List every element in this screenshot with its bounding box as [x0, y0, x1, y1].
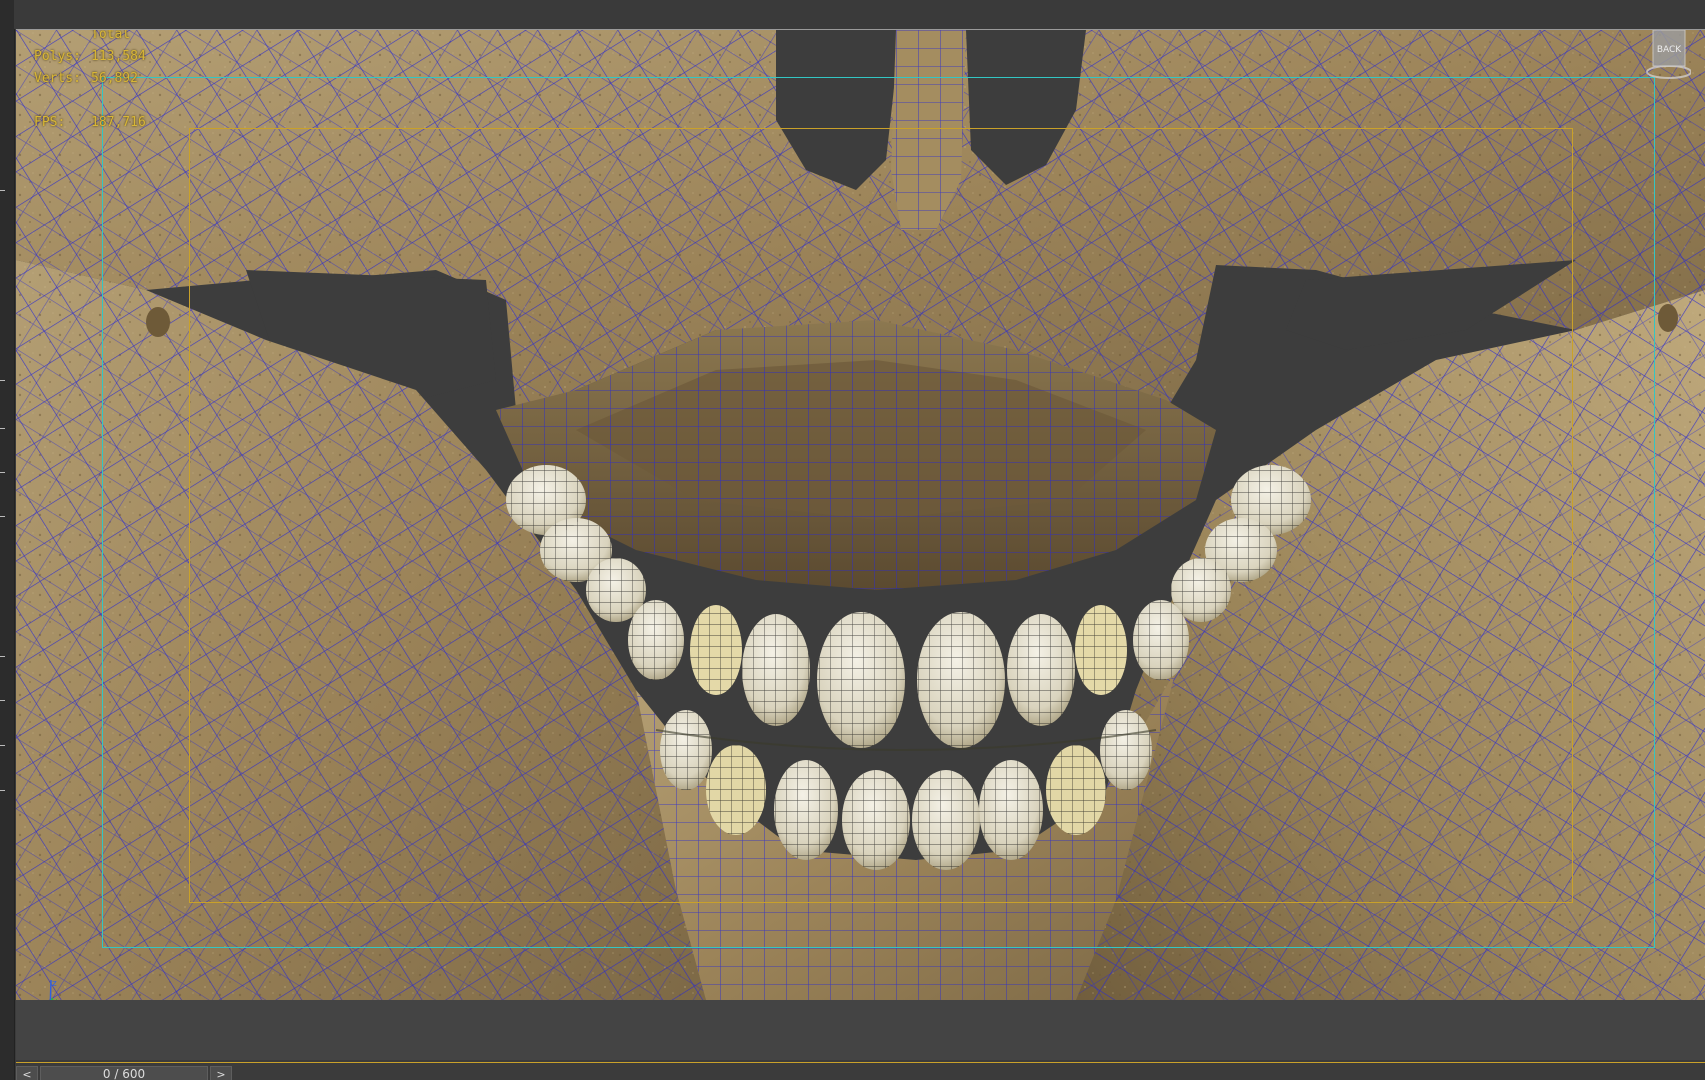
perspective-viewport[interactable]: Total Polys: 113,584 Verts: 56,892 FPS: … [16, 29, 1705, 1001]
stats-polys-row: Polys: 113,584 [34, 46, 146, 68]
fps-value: 187,716 [91, 115, 146, 130]
fps-label: FPS: [34, 115, 66, 130]
strip-tick [0, 700, 5, 701]
strip-tick [0, 790, 5, 791]
strip-tick [0, 516, 5, 517]
polys-value: 113,584 [91, 49, 146, 64]
stats-verts-row: Verts: 56,892 [34, 68, 146, 90]
left-toolbar-strip [0, 0, 15, 1080]
viewcube[interactable]: BACK [1643, 30, 1692, 86]
strip-tick [0, 428, 5, 429]
time-slider[interactable]: 0 / 600 [40, 1066, 208, 1080]
strip-tick [0, 190, 5, 191]
strip-tick [0, 656, 5, 657]
polys-label: Polys: [34, 49, 81, 64]
time-slider-bar: < 0 / 600 > [16, 1062, 1705, 1080]
verts-value: 56,892 [91, 71, 138, 86]
stats-fps-row: FPS: 187,716 [34, 112, 146, 134]
viewport-statistics: Total Polys: 113,584 Verts: 56,892 FPS: … [34, 29, 146, 134]
timeline-panel [16, 1000, 1705, 1060]
strip-tick [0, 472, 5, 473]
stats-header: Total [91, 29, 131, 42]
verts-label: Verts: [34, 71, 81, 86]
axis-z-label: z [52, 979, 57, 989]
prev-frame-button[interactable]: < [16, 1066, 38, 1080]
viewcube-face-label: BACK [1657, 45, 1682, 55]
skull-wireframe-render[interactable] [16, 30, 1705, 1000]
viewport-label-bar [14, 0, 1705, 29]
strip-tick [0, 380, 5, 381]
3d-editor-window: Total Polys: 113,584 Verts: 56,892 FPS: … [0, 0, 1705, 1080]
axis-tripod: x y z [18, 976, 62, 1000]
next-frame-button[interactable]: > [210, 1066, 232, 1080]
strip-tick [0, 745, 5, 746]
